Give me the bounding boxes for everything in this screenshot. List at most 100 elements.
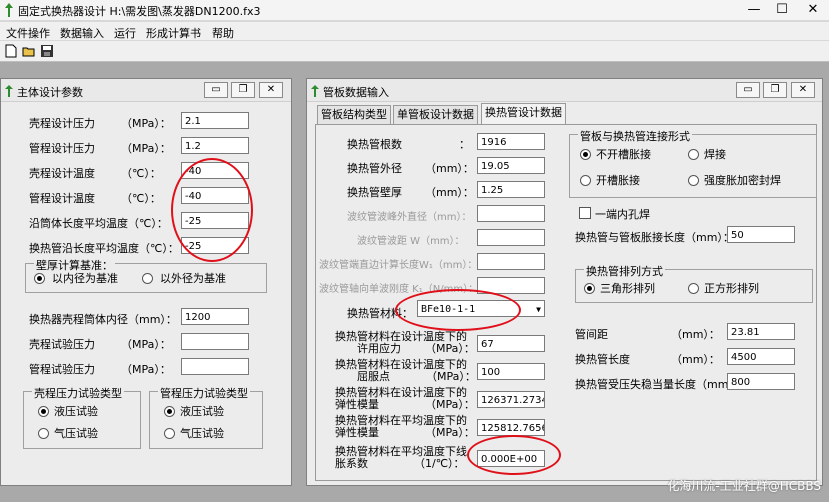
option-label: 液压试验 [180,405,224,418]
elastic-modulus-design-label: 换热管材料在设计温度下的 弹性模量 （MPa）： [335,386,475,411]
expansion-length-input[interactable]: 50 [727,226,795,243]
thickness-basis-group: 壁厚计算基准： 以内径为基准 以外径为基准 [25,257,267,293]
group-title: 壳程压力试验类型 [32,385,124,401]
tube-design-pressure-input[interactable]: 1.2 [181,137,249,154]
menu-calc-report[interactable]: 形成计算书 [146,25,201,41]
shell-inner-diameter-input[interactable]: 1200 [181,308,249,325]
tube-od-input[interactable]: 19.05 [477,157,545,174]
elastic-modulus-design-input[interactable]: 126371.2734 [477,391,545,408]
yield-point-label: 换热管材料在设计温度下的 屈服点 （MPa）： [335,358,476,383]
one-end-hole-weld-checkbox[interactable] [579,207,591,219]
tube-wall-label: 换热管壁厚 [347,186,402,199]
radio-outer-diameter[interactable] [142,273,153,284]
minimize-button[interactable]: — [740,0,768,20]
shell-test-type-group: 壳程压力试验类型 液压试验 气压试验 [23,385,141,449]
chevron-down-icon: ▼ [536,305,541,314]
unit-label: （mm）： [671,328,720,341]
tube-test-pressure-label: 管程试验压力 [29,363,95,376]
tube-test-pressure-input[interactable] [181,358,249,375]
app-icon [311,85,319,97]
elastic-modulus-avg-label: 换热管材料在平均温度下的 弹性模量 （MPa）： [335,414,475,439]
unit-label: （℃）： [121,192,161,205]
elastic-modulus-avg-input[interactable]: 125812.7656 [477,419,545,436]
tube-design-temp-input[interactable]: -40 [181,187,249,204]
radio-square[interactable] [688,283,699,294]
radio-tube-hydro[interactable] [164,406,175,417]
menu-data-input[interactable]: 数据输入 [60,25,104,41]
tube-pitch-input[interactable]: 23.81 [727,323,795,340]
group-title: 换热管排列方式 [584,263,665,279]
radio-shell-hydro[interactable] [38,406,49,417]
bellows-straight-length-input[interactable] [477,253,545,270]
radio-inner-diameter[interactable] [34,273,45,284]
main-design-params-window: 主体设计参数 ▭ ❐ ✕ 壳程设计压力 （MPa）： 2.1 管程设计压力 （M… [0,78,292,486]
tube-count-input[interactable]: 1916 [477,133,545,150]
restore-button[interactable]: ❐ [763,82,787,98]
thermal-expansion-input[interactable]: 0.000E+00 [477,450,545,467]
tube-length-input[interactable]: 4500 [727,348,795,365]
buckling-length-input[interactable]: 800 [727,373,795,390]
bellows-straight-length-label: 波纹管端直边计算长度W₁（mm）： [319,260,478,271]
menu-run[interactable]: 运行 [114,25,136,41]
tube-design-pressure-label: 管程设计压力 [29,142,95,155]
panel-titlebar: 管板数据输入 ▭ ❐ ✕ [307,79,822,102]
panel-title: 主体设计参数 [17,86,83,99]
new-file-icon[interactable] [4,44,18,58]
bellows-stiffness-input[interactable] [477,277,545,294]
tube-material-select[interactable]: BFe10-1-1 ▼ [417,300,545,317]
option-label: 以内径为基准 [52,272,118,285]
option-label: 焊接 [704,148,726,161]
yield-point-input[interactable]: 100 [477,363,545,380]
option-label: 开槽胀接 [596,174,640,187]
unit-label: （MPa）： [121,142,171,155]
minimize-button[interactable]: ▭ [736,82,760,98]
unit-label: ： [459,138,470,151]
tube-material-label: 换热管材料： [347,307,413,320]
tube-design-temp-label: 管程设计温度 [29,192,95,205]
option-label: 以外径为基准 [160,272,226,285]
shell-design-temp-label: 壳程设计温度 [29,167,95,180]
minimize-button[interactable]: ▭ [204,82,228,98]
tube-wall-input[interactable]: 1.25 [477,181,545,198]
open-folder-icon[interactable] [22,44,36,58]
tube-test-type-group: 管程压力试验类型 液压试验 气压试验 [149,385,263,449]
shell-test-pressure-input[interactable] [181,333,249,350]
tab-tubesheet-structure[interactable]: 管板结构类型 [317,105,391,124]
tab-single-tubesheet[interactable]: 单管板设计数据 [393,105,478,124]
restore-button[interactable]: ❐ [231,82,255,98]
panel-titlebar: 主体设计参数 ▭ ❐ ✕ [1,79,291,102]
save-icon[interactable] [40,44,54,58]
radio-shell-pneumatic[interactable] [38,428,49,439]
shell-avg-temp-input[interactable]: -25 [181,212,249,229]
shell-design-temp-input[interactable]: -40 [181,162,249,179]
tube-count-label: 换热管根数 [347,138,402,151]
close-button[interactable]: ✕ [259,82,283,98]
group-title: 管程压力试验类型 [158,385,250,401]
radio-tube-pneumatic[interactable] [164,428,175,439]
unit-label: （MPa）： [121,338,171,351]
radio-no-groove-expansion[interactable] [580,149,591,160]
close-button[interactable]: ✕ [799,0,827,20]
close-button[interactable]: ✕ [791,82,815,98]
option-label: 正方形排列 [704,282,759,295]
menu-file[interactable]: 文件操作 [6,25,50,41]
toolbar [0,41,829,62]
radio-welding[interactable] [688,149,699,160]
tab-tube-design[interactable]: 换热管设计数据 [481,103,566,124]
unit-label: （MPa）： [121,117,171,130]
radio-strength-expansion-seal-weld[interactable] [688,175,699,186]
allowable-stress-input[interactable]: 67 [477,335,545,352]
app-icon [5,3,13,17]
one-end-hole-weld-label: 一端内孔焊 [595,208,650,221]
radio-groove-expansion[interactable] [580,175,591,186]
tube-avg-temp-label: 换热管沿长度平均温度（℃）： [29,242,179,255]
option-label: 气压试验 [180,427,224,440]
maximize-button[interactable]: ☐ [768,0,796,20]
bellows-od-input[interactable] [477,205,545,222]
bellows-pitch-input[interactable] [477,229,545,246]
tube-avg-temp-input[interactable]: -25 [181,237,249,254]
tube-od-label: 换热管外径 [347,162,402,175]
shell-design-pressure-input[interactable]: 2.1 [181,112,249,129]
menu-help[interactable]: 帮助 [212,25,234,41]
radio-triangular[interactable] [584,283,595,294]
